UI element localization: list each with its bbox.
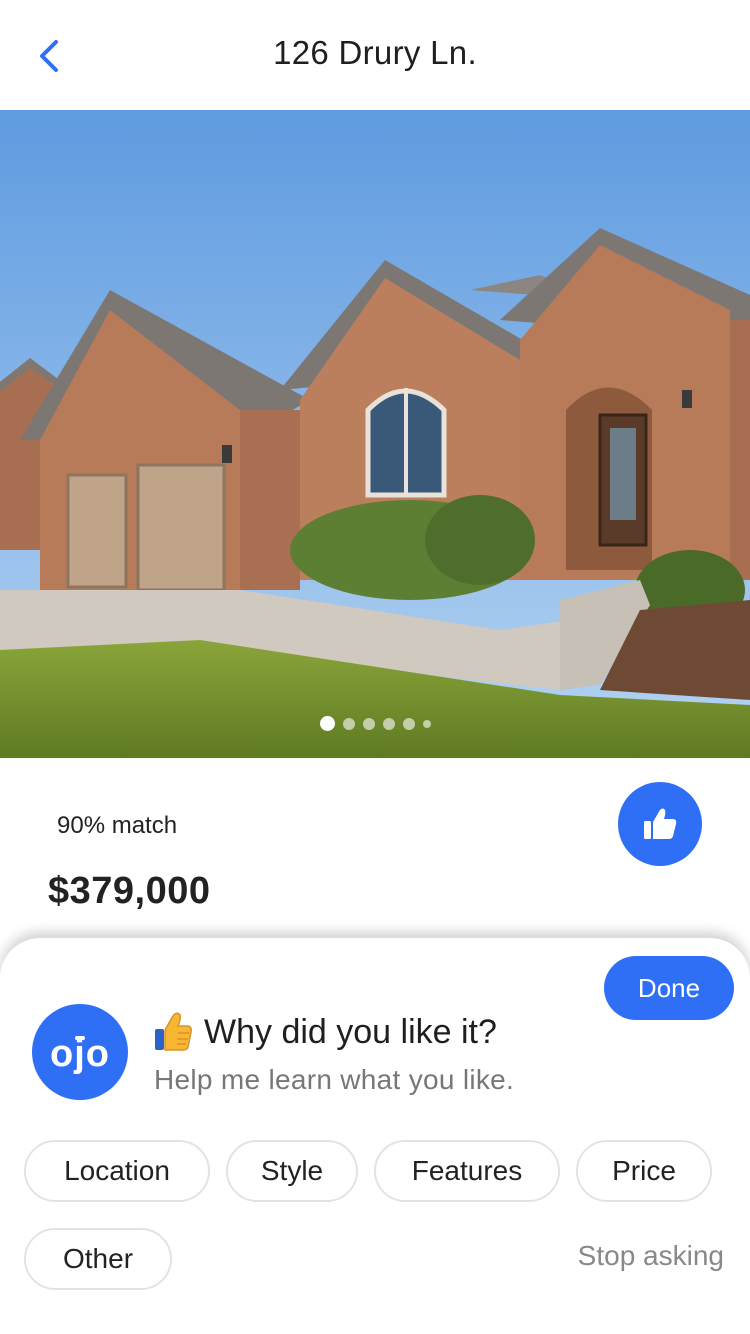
page-title: 126 Drury Ln. [273,34,477,71]
chip-price[interactable]: Price [576,1140,712,1202]
feedback-question: Why did you like it? [204,1012,497,1051]
pagination-dot[interactable] [342,717,355,730]
pagination-dot[interactable] [382,717,395,730]
question-row: Why did you like it? [152,1010,497,1054]
match-score: 90% match [57,812,178,839]
pagination-dot-active[interactable] [319,716,335,731]
top-bar: 126 Drury Ln. [0,0,750,110]
thumbs-up-emoji-icon [155,1012,192,1051]
chip-location[interactable]: Location [24,1140,210,1202]
chip-style[interactable]: Style [226,1140,358,1202]
ojo-logo: ojo [32,1004,128,1100]
listing-price: $379,000 [48,870,211,912]
pagination-dot[interactable] [362,717,375,730]
thumbs-up-icon [644,808,677,839]
like-button[interactable] [618,782,702,866]
done-button[interactable]: Done [604,956,734,1020]
logo-text: ojo [50,1032,110,1075]
chip-features[interactable]: Features [374,1140,560,1202]
photo-pagination[interactable] [0,716,750,731]
pagination-dot[interactable] [422,719,431,728]
listing-photo[interactable] [0,110,750,758]
pagination-dot[interactable] [402,717,415,730]
feedback-helper-text: Help me learn what you like. [154,1064,515,1095]
stop-asking-link[interactable]: Stop asking [578,1240,724,1272]
chip-other[interactable]: Other [24,1228,172,1290]
